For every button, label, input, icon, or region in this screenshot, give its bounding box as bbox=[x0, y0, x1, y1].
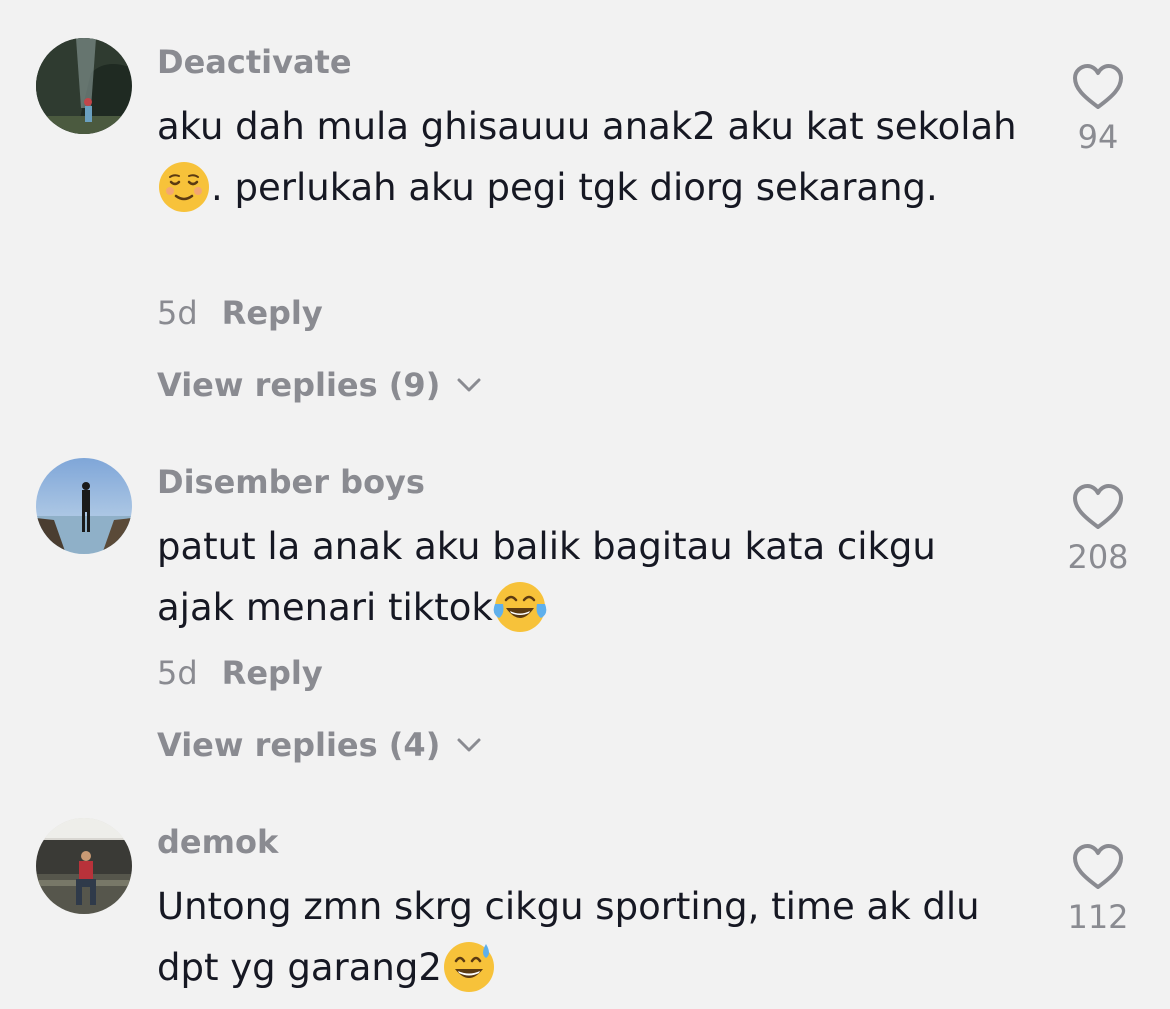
comment-text: Untong zmn skrg cikgu sporting, time ak … bbox=[157, 876, 1017, 998]
like-button[interactable]: 94 bbox=[1058, 62, 1138, 156]
view-replies-button[interactable]: View replies (4) bbox=[157, 726, 486, 764]
like-count: 94 bbox=[1077, 118, 1119, 156]
heart-outline-icon bbox=[1071, 482, 1125, 532]
comment-meta: 5d Reply bbox=[157, 654, 323, 692]
avatar[interactable] bbox=[36, 818, 132, 914]
relieved-face-emoji bbox=[157, 160, 211, 214]
grinning-sweat-face-emoji bbox=[442, 940, 496, 994]
comment-text-part: Untong zmn skrg cikgu sporting, time ak … bbox=[157, 885, 980, 989]
like-button[interactable]: 208 bbox=[1058, 482, 1138, 576]
reply-button[interactable]: Reply bbox=[222, 654, 323, 692]
chevron-down-icon bbox=[452, 368, 486, 402]
comment-age: 5d bbox=[157, 654, 198, 692]
comment-username[interactable]: Deactivate bbox=[157, 43, 352, 81]
like-count: 208 bbox=[1067, 538, 1129, 576]
view-replies-label: View replies (9) bbox=[157, 366, 441, 404]
comment-meta: 5d Reply bbox=[157, 294, 323, 332]
comment-text: aku dah mula ghisauuu anak2 aku kat seko… bbox=[157, 96, 1017, 218]
like-button[interactable]: 112 bbox=[1058, 842, 1138, 936]
avatar[interactable] bbox=[36, 458, 132, 554]
comment-username[interactable]: demok bbox=[157, 823, 278, 861]
comment-age: 5d bbox=[157, 294, 198, 332]
view-replies-button[interactable]: View replies (9) bbox=[157, 366, 486, 404]
tears-of-joy-face-emoji bbox=[493, 580, 547, 634]
view-replies-label: View replies (4) bbox=[157, 726, 441, 764]
comment-username[interactable]: Disember boys bbox=[157, 463, 425, 501]
reply-button[interactable]: Reply bbox=[222, 294, 323, 332]
comment-text-part: aku dah mula ghisauuu anak2 aku kat seko… bbox=[157, 105, 1017, 148]
heart-outline-icon bbox=[1071, 842, 1125, 892]
chevron-down-icon bbox=[452, 728, 486, 762]
like-count: 112 bbox=[1067, 898, 1129, 936]
comment-text-part: . perlukah aku pegi tgk diorg sekarang. bbox=[211, 166, 938, 209]
avatar[interactable] bbox=[36, 38, 132, 134]
comment-text: patut la anak aku balik bagitau kata cik… bbox=[157, 516, 1017, 638]
heart-outline-icon bbox=[1071, 62, 1125, 112]
